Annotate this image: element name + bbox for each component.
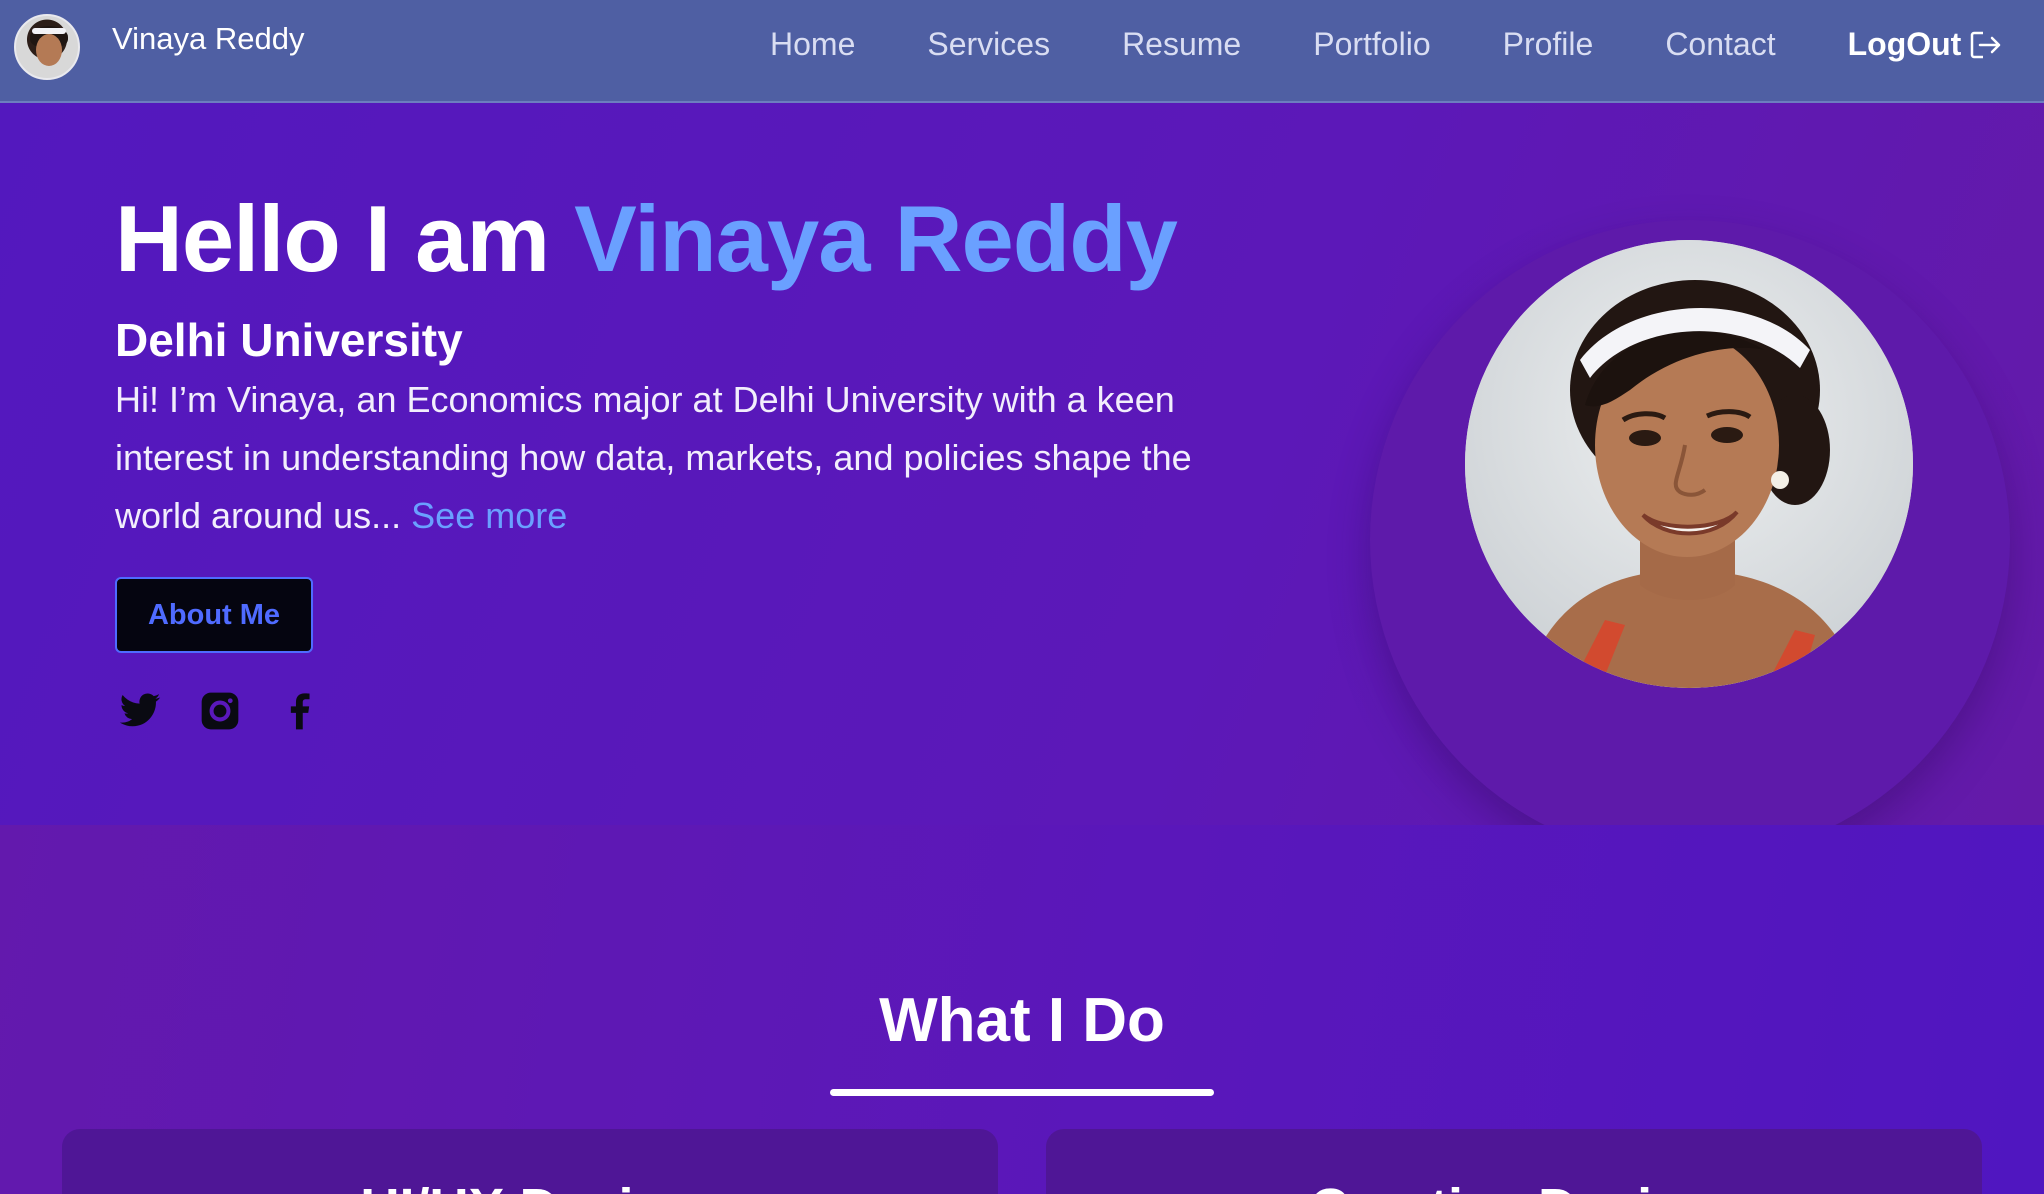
instagram-icon[interactable] [198, 689, 242, 733]
nav-contact[interactable]: Contact [1665, 26, 1775, 63]
about-me-button[interactable]: About Me [115, 577, 313, 653]
nav-portfolio[interactable]: Portfolio [1313, 26, 1430, 63]
nav-services[interactable]: Services [927, 26, 1050, 63]
section-title: What I Do [879, 986, 1165, 1055]
hero-subtitle: Delhi University [115, 314, 463, 366]
profile-photo-illustration [1465, 240, 1913, 688]
hero-greeting: Hello I am [115, 186, 575, 291]
service-card[interactable]: Creative Design [1046, 1129, 1982, 1194]
hero-section: Hello I am Vinaya Reddy Delhi University… [0, 103, 2044, 860]
avatar-face [36, 34, 62, 66]
service-card-title: Creative Design [1046, 1177, 1982, 1194]
nav-home[interactable]: Home [770, 26, 855, 63]
avatar[interactable] [14, 14, 80, 80]
profile-photo [1465, 240, 1913, 688]
page: Vinaya Reddy Home Services Resume Portfo… [0, 0, 2044, 1194]
nav-profile[interactable]: Profile [1503, 26, 1594, 63]
brand-name[interactable]: Vinaya Reddy [112, 21, 304, 57]
brand[interactable]: Vinaya Reddy [14, 14, 304, 80]
see-more-link[interactable]: See more [411, 495, 567, 536]
nav-links: Home Services Resume Portfolio Profile C… [770, 26, 2003, 63]
logout-icon [1971, 31, 2001, 58]
logout-button[interactable]: LogOut [1848, 26, 2004, 63]
hero-name: Vinaya Reddy [574, 186, 1178, 291]
hero-bio-text: Hi! I’m Vinaya, an Economics major at De… [115, 379, 1192, 536]
service-card-title: UI/UX Design [62, 1177, 998, 1194]
nav-resume[interactable]: Resume [1122, 26, 1241, 63]
hero-title: Hello I am Vinaya Reddy [115, 185, 1178, 293]
logout-label: LogOut [1847, 26, 1962, 62]
section-underline [830, 1089, 1214, 1096]
social-links [118, 689, 358, 733]
avatar-headband [32, 28, 66, 34]
hero-bio: Hi! I’m Vinaya, an Economics major at De… [115, 371, 1195, 545]
facebook-icon[interactable] [278, 689, 322, 733]
service-card[interactable]: UI/UX Design [62, 1129, 998, 1194]
navbar: Vinaya Reddy Home Services Resume Portfo… [0, 0, 2044, 103]
twitter-icon[interactable] [118, 689, 162, 733]
what-i-do-section: What I Do UI/UX Design Creative Design [0, 825, 2044, 1194]
